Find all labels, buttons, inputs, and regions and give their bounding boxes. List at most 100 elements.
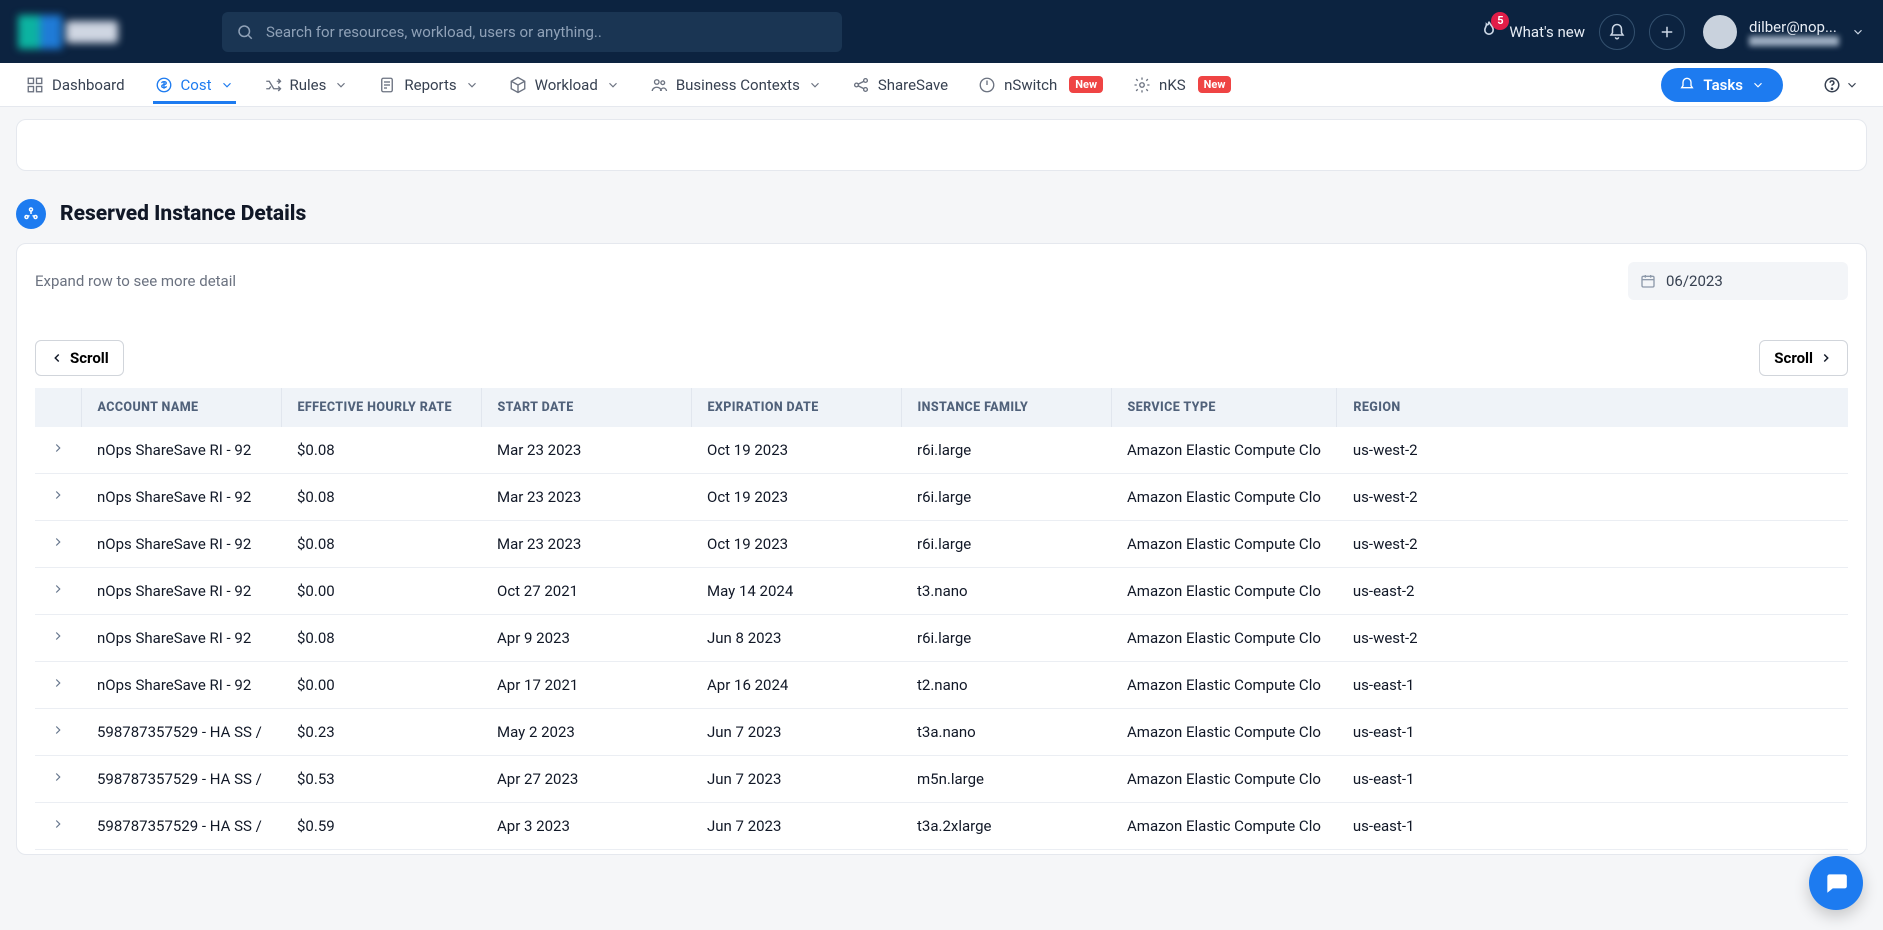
notifications-button[interactable] [1599, 14, 1635, 50]
cell-family: r6i.large [901, 521, 1111, 568]
nav-sharesave[interactable]: ShareSave [850, 66, 950, 104]
col-exp[interactable]: EXPIRATION DATE [691, 388, 901, 427]
plus-icon [1658, 23, 1676, 41]
cell-start: Apr 3 2023 [481, 803, 691, 850]
nav-nks[interactable]: nKS New [1131, 66, 1233, 104]
cell-family: r6i.large [901, 615, 1111, 662]
nav-reports[interactable]: Reports [376, 66, 480, 104]
nav-dashboard[interactable]: Dashboard [24, 66, 127, 104]
cell-start: May 2 2023 [481, 709, 691, 756]
cell-rate: $0.08 [281, 521, 481, 568]
share-icon [852, 76, 870, 94]
cell-exp: Apr 16 2024 [691, 662, 901, 709]
col-rate[interactable]: EFFECTIVE HOURLY RATE [281, 388, 481, 427]
cell-rate: $0.53 [281, 756, 481, 803]
cell-service: Amazon Elastic Compute Clo [1111, 756, 1337, 803]
nav-workload[interactable]: Workload [507, 66, 622, 104]
brand-logo[interactable] [18, 15, 118, 49]
whats-new-button[interactable]: 5 What's new [1479, 20, 1585, 44]
cell-service: Amazon Elastic Compute Clo [1111, 474, 1337, 521]
expand-row-button[interactable] [35, 709, 81, 756]
section-icon [16, 199, 46, 229]
nav-nswitch-label: nSwitch [1004, 76, 1057, 94]
gear-icon [1133, 76, 1151, 94]
nav-cost-label: Cost [181, 76, 212, 94]
chevron-right-icon [51, 676, 65, 690]
col-start[interactable]: START DATE [481, 388, 691, 427]
chevron-right-icon [1819, 351, 1833, 365]
help-button[interactable] [1823, 76, 1859, 94]
chat-button[interactable] [1809, 856, 1863, 910]
chevron-down-icon [1851, 25, 1865, 39]
scroll-left-button[interactable]: Scroll [35, 340, 124, 376]
nav-nswitch[interactable]: nSwitch New [976, 66, 1105, 104]
expand-hint: Expand row to see more detail [35, 272, 1612, 290]
calendar-icon [1640, 273, 1656, 289]
cell-start: Apr 27 2023 [481, 756, 691, 803]
expand-row-button[interactable] [35, 662, 81, 709]
col-family[interactable]: INSTANCE FAMILY [901, 388, 1111, 427]
nav-reports-label: Reports [404, 76, 456, 94]
global-search[interactable] [222, 12, 842, 52]
cell-family: m5n.large [901, 756, 1111, 803]
users-icon [650, 76, 668, 94]
chevron-right-icon [51, 488, 65, 502]
cell-service: Amazon Elastic Compute Clo [1111, 709, 1337, 756]
dollar-icon [155, 76, 173, 94]
nav-sharesave-label: ShareSave [878, 76, 948, 94]
cell-account: 598787357529 - HA SS / [81, 756, 281, 803]
date-filter[interactable]: 06/2023 [1628, 262, 1848, 300]
col-region[interactable]: REGION [1337, 388, 1848, 427]
expand-row-button[interactable] [35, 568, 81, 615]
cell-region: us-east-1 [1337, 709, 1848, 756]
table-row: 598787357529 - HA SS / $0.23 May 2 2023 … [35, 709, 1848, 756]
chevron-right-icon [51, 629, 65, 643]
cell-family: t3.nano [901, 568, 1111, 615]
cell-account: nOps ShareSave RI - 92 [81, 568, 281, 615]
cell-start: Mar 23 2023 [481, 427, 691, 474]
user-menu[interactable]: dilber@nop... [1703, 15, 1865, 49]
cell-rate: $0.08 [281, 615, 481, 662]
col-service[interactable]: SERVICE TYPE [1111, 388, 1337, 427]
expand-row-button[interactable] [35, 427, 81, 474]
expand-row-button[interactable] [35, 474, 81, 521]
table-row: nOps ShareSave RI - 92 $0.08 Apr 9 2023 … [35, 615, 1848, 662]
cell-exp: Oct 19 2023 [691, 521, 901, 568]
section-title: Reserved Instance Details [60, 202, 306, 226]
expand-row-button[interactable] [35, 521, 81, 568]
cell-exp: May 14 2024 [691, 568, 901, 615]
expand-row-button[interactable] [35, 803, 81, 850]
cell-start: Apr 9 2023 [481, 615, 691, 662]
chevron-down-icon [220, 78, 234, 92]
cell-region: us-west-2 [1337, 427, 1848, 474]
cell-account: nOps ShareSave RI - 92 [81, 615, 281, 662]
chevron-right-icon [51, 582, 65, 596]
nav-cost[interactable]: Cost [153, 66, 236, 104]
bell-icon [1679, 77, 1695, 93]
expand-row-button[interactable] [35, 615, 81, 662]
cell-account: nOps ShareSave RI - 92 [81, 662, 281, 709]
cell-exp: Jun 7 2023 [691, 756, 901, 803]
cell-exp: Oct 19 2023 [691, 474, 901, 521]
cell-start: Apr 17 2021 [481, 662, 691, 709]
cell-region: us-east-1 [1337, 662, 1848, 709]
global-search-input[interactable] [266, 23, 828, 41]
tasks-button[interactable]: Tasks [1661, 68, 1783, 102]
col-account[interactable]: ACCOUNT NAME [81, 388, 281, 427]
expand-row-button[interactable] [35, 756, 81, 803]
details-card: Expand row to see more detail 06/2023 Sc… [16, 243, 1867, 855]
boxes-icon [22, 205, 40, 223]
nav-business-contexts-label: Business Contexts [676, 76, 800, 94]
cell-rate: $0.23 [281, 709, 481, 756]
whats-new-label: What's new [1509, 23, 1585, 41]
table-row: nOps ShareSave RI - 92 $0.00 Oct 27 2021… [35, 568, 1848, 615]
nav-rules-label: Rules [290, 76, 327, 94]
scroll-right-button[interactable]: Scroll [1759, 340, 1848, 376]
nav-rules[interactable]: Rules [262, 66, 351, 104]
table-row: 598787357529 - HA SS / $0.53 Apr 27 2023… [35, 756, 1848, 803]
nav-business-contexts[interactable]: Business Contexts [648, 66, 824, 104]
chevron-right-icon [51, 817, 65, 831]
cell-exp: Jun 8 2023 [691, 615, 901, 662]
chevron-down-icon [1751, 78, 1765, 92]
add-button[interactable] [1649, 14, 1685, 50]
